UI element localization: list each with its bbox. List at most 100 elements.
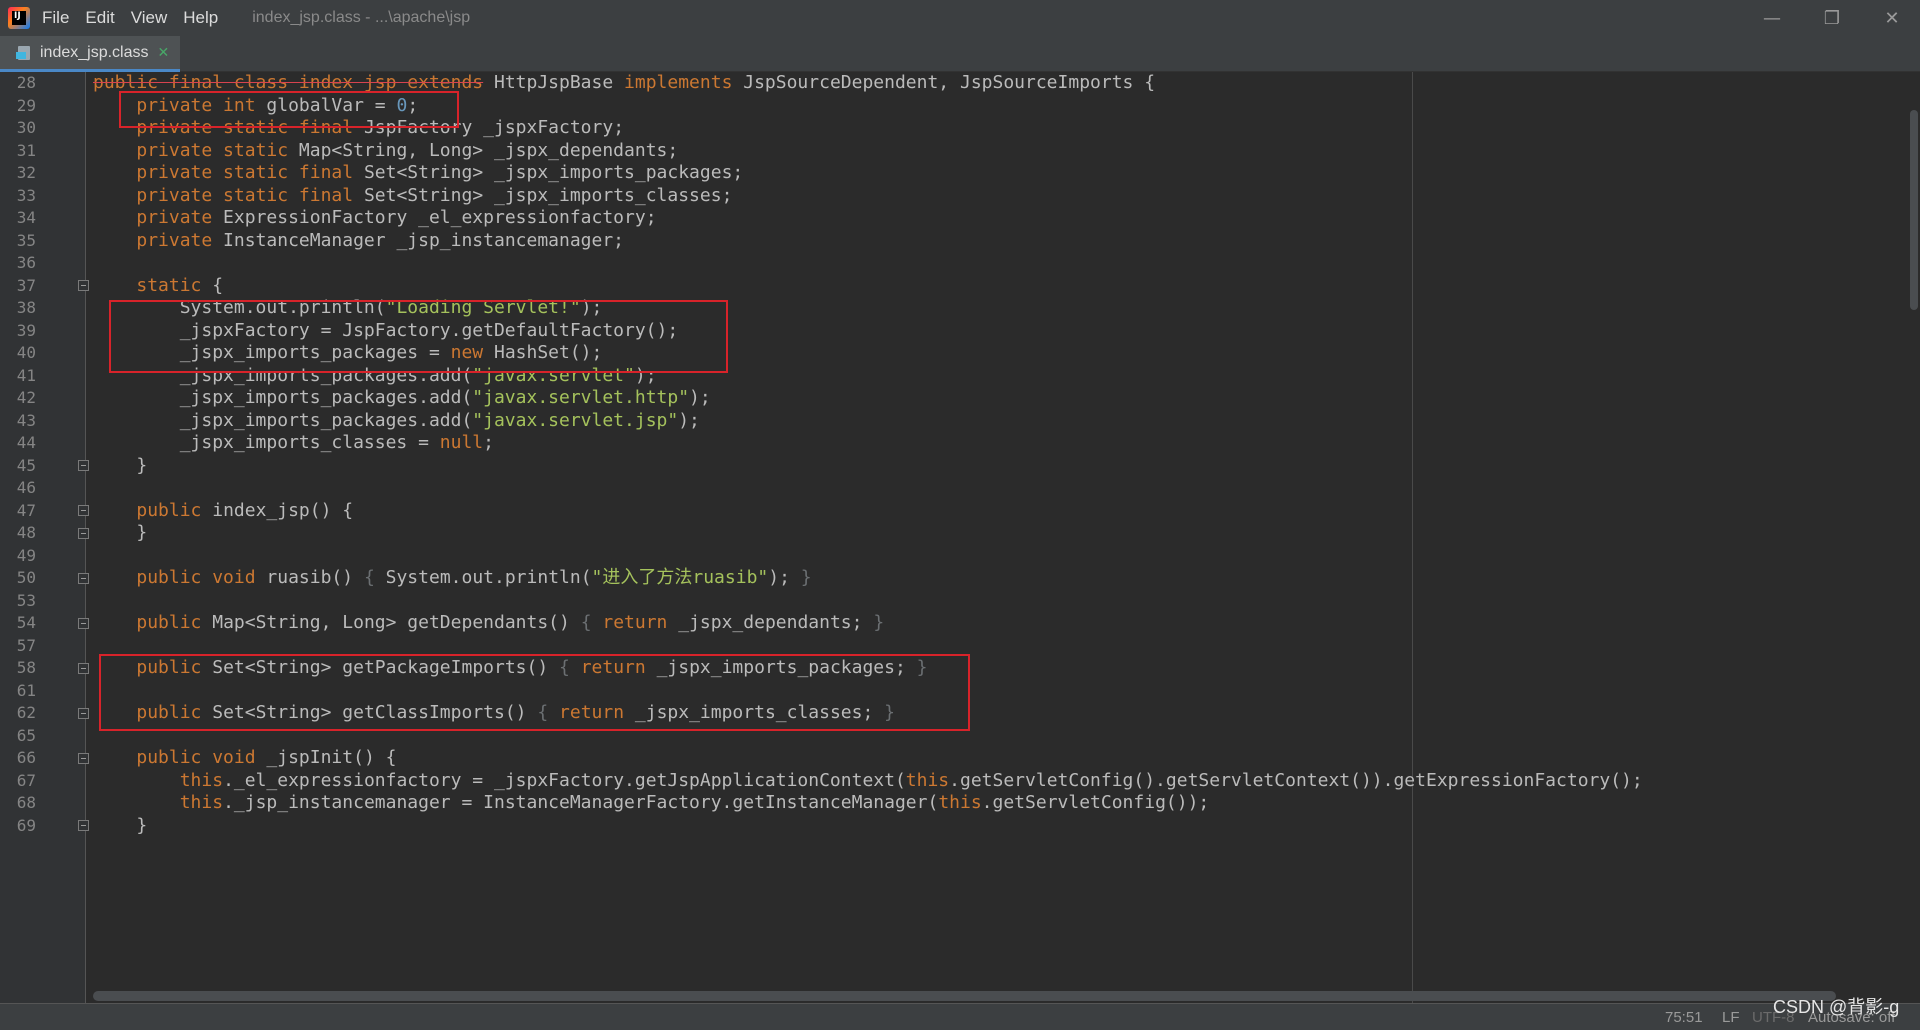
code-token: _jspx_imports_packages.add( <box>93 387 473 408</box>
line-number: 39 <box>16 320 36 340</box>
fold-toggle-icon[interactable] <box>78 820 89 832</box>
line-number: 57 <box>16 635 36 655</box>
code-line[interactable]: 36 <box>0 252 1900 275</box>
line-number: 43 <box>16 410 36 430</box>
code-line[interactable]: 33 private static final Set<String> _jsp… <box>0 185 1900 208</box>
code-text: public void ruasib() { System.out.printl… <box>93 567 811 590</box>
menu-help[interactable]: Help <box>183 8 218 28</box>
fold-toggle-icon[interactable] <box>78 527 89 539</box>
code-token: this <box>938 792 982 813</box>
code-token: private static <box>136 139 289 161</box>
code-line[interactable]: 69 } <box>0 815 1900 838</box>
code-line[interactable]: 67 this._el_expressionfactory = _jspxFac… <box>0 770 1900 793</box>
line-number: 54 <box>16 613 36 632</box>
code-line[interactable]: 48 } <box>0 522 1900 545</box>
line-number: 40 <box>16 343 36 362</box>
fold-toggle-icon[interactable] <box>78 752 89 764</box>
horizontal-scrollbar-thumb[interactable] <box>93 991 1836 1001</box>
code-token: implements <box>624 72 733 93</box>
code-token: private static final <box>136 162 354 183</box>
line-number: 31 <box>16 140 36 160</box>
fold-toggle-icon[interactable] <box>78 617 89 629</box>
code-token: _jspInit() { <box>255 747 397 768</box>
line-number: 62 <box>16 703 36 722</box>
code-token: Map<String, Long> _jspx_dependants; <box>288 139 679 161</box>
code-line[interactable]: 50 public void ruasib() { System.out.pri… <box>0 567 1900 590</box>
fold-toggle-icon[interactable] <box>78 572 89 584</box>
vertical-scrollbar-thumb[interactable] <box>1910 110 1918 310</box>
code-line[interactable]: 31 private static Map<String, Long> _jsp… <box>0 140 1900 163</box>
code-line[interactable]: 43 _jspx_imports_packages.add("javax.ser… <box>0 410 1900 433</box>
code-line[interactable]: 32 private static final Set<String> _jsp… <box>0 162 1900 185</box>
line-number: 29 <box>16 95 36 115</box>
code-token: "javax.servlet.http" <box>472 387 690 408</box>
code-line[interactable]: 46 <box>0 477 1900 500</box>
code-token: ._jsp_instancemanager = InstanceManagerF… <box>223 792 939 813</box>
code-line[interactable]: 42 _jspx_imports_packages.add("javax.ser… <box>0 387 1900 410</box>
window-title-path: index_jsp.class - ...\apache\jsp <box>252 9 471 26</box>
fold-toggle-icon[interactable] <box>78 460 89 472</box>
code-line[interactable]: 34 private ExpressionFactory _el_express… <box>0 207 1900 230</box>
code-line[interactable]: 35 private InstanceManager _jsp_instance… <box>0 230 1900 253</box>
code-line[interactable]: 49 <box>0 545 1900 568</box>
minimize-button[interactable]: — <box>1742 0 1802 36</box>
code-token: this <box>179 792 224 813</box>
caret-position[interactable]: 75:51 <box>1665 1009 1703 1026</box>
menu-edit[interactable]: Edit <box>85 8 114 28</box>
code-token: ; <box>483 432 494 453</box>
code-line[interactable]: 37 static { <box>0 275 1900 298</box>
code-token: ); <box>768 567 801 588</box>
code-line[interactable]: 68 this._jsp_instancemanager = InstanceM… <box>0 792 1900 815</box>
code-token: private static final <box>136 184 354 206</box>
fold-toggle-icon[interactable] <box>78 505 89 517</box>
class-file-icon <box>16 45 34 61</box>
code-line[interactable]: 53 <box>0 590 1900 613</box>
tab-index-jsp-class[interactable]: index_jsp.class ✕ <box>0 36 180 72</box>
title-bar: IJ File Edit View Help index_jsp.class -… <box>0 0 1920 36</box>
menu-file[interactable]: File <box>42 8 69 28</box>
code-token: { <box>580 612 592 633</box>
intellij-logo-icon: IJ <box>8 7 30 29</box>
line-number: 48 <box>16 523 36 542</box>
csdn-watermark: CSDN @背影-g <box>1773 997 1900 1017</box>
code-text: public index_jsp() { <box>93 500 353 523</box>
code-line[interactable]: 66 public void _jspInit() { <box>0 747 1900 770</box>
code-token: { <box>201 274 224 296</box>
line-number: 61 <box>16 680 36 700</box>
line-number: 46 <box>16 478 36 497</box>
code-text: public Map<String, Long> getDependants()… <box>93 612 884 635</box>
line-ending[interactable]: LF <box>1722 1009 1740 1026</box>
tab-close-icon[interactable]: ✕ <box>158 45 170 61</box>
close-window-button[interactable]: ✕ <box>1862 0 1920 36</box>
status-bar: 75:51 LF UTF-8 Autosave: off <box>0 1003 1920 1030</box>
line-number: 28 <box>16 73 36 92</box>
code-token: } <box>873 612 885 633</box>
line-number: 44 <box>16 433 36 452</box>
code-line[interactable]: 44 _jspx_imports_classes = null; <box>0 432 1900 455</box>
code-text: _jspx_imports_packages.add("javax.servle… <box>93 410 700 433</box>
menu-view[interactable]: View <box>131 8 168 28</box>
code-token: .getServletConfig()); <box>981 792 1210 813</box>
line-number: 38 <box>16 298 36 317</box>
code-line[interactable]: 47 public index_jsp() { <box>0 500 1900 523</box>
line-number: 53 <box>16 590 36 610</box>
line-number: 41 <box>16 365 36 385</box>
fold-toggle-icon[interactable] <box>78 662 89 674</box>
fold-toggle-icon[interactable] <box>78 280 89 292</box>
highlight-box-static-block <box>109 300 728 373</box>
code-text: this._jsp_instancemanager = InstanceMana… <box>93 792 1210 815</box>
code-text: private static Map<String, Long> _jspx_d… <box>93 140 678 163</box>
code-editor[interactable]: 28 public final class index_jsp extends H… <box>0 72 1920 1003</box>
line-number: 47 <box>16 500 36 520</box>
restore-button[interactable]: ❐ <box>1802 0 1862 36</box>
code-token: this <box>179 769 224 791</box>
code-line[interactable]: 54 public Map<String, Long> getDependant… <box>0 612 1900 635</box>
fold-toggle-icon[interactable] <box>78 707 89 719</box>
code-text: private static final Set<String> _jspx_i… <box>93 162 743 185</box>
code-line[interactable]: 45 } <box>0 455 1900 478</box>
code-text: } <box>93 522 147 545</box>
